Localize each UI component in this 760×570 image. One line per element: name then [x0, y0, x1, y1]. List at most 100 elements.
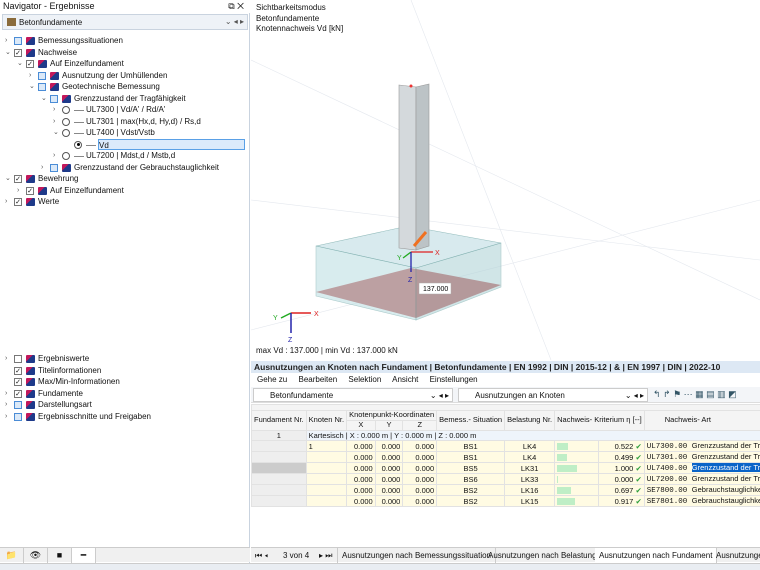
radio-button[interactable] — [74, 140, 82, 149]
tab-results-icon[interactable]: ━ — [72, 548, 96, 563]
col-z[interactable]: Z — [402, 420, 438, 431]
float-icon[interactable]: ⧉ — [228, 1, 234, 11]
tree-item[interactable]: Vd — [0, 138, 250, 151]
cell-lk[interactable]: LK4 — [504, 451, 556, 463]
chevron-down-icon[interactable]: ⌄ — [29, 81, 35, 93]
cell-eta[interactable]: 0.917 ✔ — [598, 495, 645, 507]
tab-belastung[interactable]: Ausnutzungen nach Belastung — [484, 548, 602, 563]
cell-art[interactable]: SE7800.00 Gebrauchstauglichkeit | GZG | … — [643, 484, 760, 496]
cell-z[interactable]: 0.000 — [402, 451, 438, 463]
tab-more[interactable]: Ausnutzunge — [712, 548, 760, 563]
tree-item[interactable]: ⌄ UL7400 | Vdst/Vstb — [0, 127, 250, 139]
cell-lk[interactable]: LK16 — [504, 484, 556, 496]
col-knoten[interactable]: Knoten Nr. — [305, 410, 348, 431]
cell-lk[interactable]: LK33 — [504, 473, 556, 485]
chevron-down-icon[interactable]: ⌄ — [5, 47, 11, 59]
chevron-right-icon[interactable]: › — [17, 185, 19, 197]
cell-z[interactable]: 0.000 — [402, 440, 438, 452]
checkbox[interactable] — [50, 94, 58, 103]
checkbox[interactable]: ✓ — [14, 48, 22, 57]
chevron-right-icon[interactable]: › — [5, 196, 7, 208]
checkbox[interactable]: ✓ — [26, 186, 34, 195]
cell-lk[interactable]: LK31 — [504, 462, 556, 474]
tree-item[interactable]: › Ergebniswerte — [0, 353, 250, 365]
checkbox[interactable] — [38, 83, 46, 91]
table-row[interactable]: 1 0.000 0.000 0.000 BS1 LK4 0.522 ✔ UL7300.00 G… — [251, 440, 760, 452]
tab-camera-icon[interactable]: ■ — [48, 548, 72, 563]
chevron-right-icon[interactable]: › — [53, 116, 55, 128]
tree-item[interactable]: › ✓ Auf Einzelfundament — [0, 185, 250, 197]
object-combo[interactable]: Betonfundamente ⌄ ◂ ▸ — [253, 388, 453, 402]
tree-item[interactable]: ⌄ Grenzzustand der Tragfähigkeit — [0, 93, 250, 105]
cell-bs[interactable]: BS6 — [436, 473, 506, 485]
tree-item[interactable]: ⌄ ✓ Nachweise — [0, 47, 250, 59]
tab-view-icon[interactable]: 👁 — [24, 548, 48, 563]
table-row[interactable]: 0.000 0.000 0.000 BS2 LK16 0.697 ✔ SE7800.00 G… — [251, 484, 760, 496]
cell-art[interactable]: UL7301.00 Grenzzustand der Tragfähigkeit… — [643, 451, 760, 463]
result-type-combo[interactable]: Ausnutzungen an Knoten ⌄ ◂ ▸ — [458, 388, 648, 402]
col-lk[interactable]: Belastung Nr. — [504, 410, 556, 431]
table-row[interactable]: 0.000 0.000 0.000 BS5 LK31 1.000 ✔ UL7400.00 G… — [251, 462, 760, 474]
col-krit[interactable]: Nachweis- Kriterium η [--] — [554, 410, 645, 431]
cell-knoten[interactable] — [305, 484, 348, 496]
menu-gehe-zu[interactable]: Gehe zu — [257, 375, 287, 384]
col-x[interactable]: X — [346, 420, 376, 431]
col-fundament[interactable]: Fundament Nr. — [251, 410, 307, 431]
checkbox[interactable] — [14, 401, 22, 409]
cell-y[interactable]: 0.000 — [374, 440, 404, 452]
chevron-right-icon[interactable]: › — [29, 70, 31, 82]
cell-y[interactable]: 0.000 — [374, 451, 404, 463]
cell-knoten[interactable] — [305, 473, 348, 485]
col-y[interactable]: Y — [374, 420, 404, 431]
tree-item[interactable]: › UL7300 | Vd/A' / Rd/A' — [0, 104, 250, 116]
cell-eta[interactable]: 0.697 ✔ — [598, 484, 645, 496]
tree-item[interactable]: › UL7301 | max(Hx,d, Hy,d) / Rs,d — [0, 116, 250, 128]
tree-item[interactable]: › UL7200 | Mdst,d / Mstb,d — [0, 150, 250, 162]
cell-lk[interactable]: LK4 — [504, 440, 556, 452]
tree-item[interactable]: ⌄ ✓ Auf Einzelfundament — [0, 58, 250, 70]
radio-button[interactable] — [62, 106, 70, 114]
tree-item[interactable]: › Darstellungsart — [0, 399, 250, 411]
tree-item[interactable]: ⌄ Geotechnische Bemessung — [0, 81, 250, 93]
cell-x[interactable]: 0.000 — [346, 484, 376, 496]
cell-eta[interactable]: 1.000 ✔ — [598, 462, 645, 474]
tree-item[interactable]: › ✓ Werte — [0, 196, 250, 208]
chevron-down-icon[interactable]: ⌄ — [17, 58, 23, 70]
radio-button[interactable] — [62, 117, 70, 126]
chevron-right-icon[interactable]: › — [5, 411, 7, 423]
col-coord[interactable]: Knotenpunkt-Koordinaten — [346, 410, 438, 421]
cell-z[interactable]: 0.000 — [402, 473, 438, 485]
cell-bs[interactable]: BS2 — [436, 495, 506, 507]
col-bs[interactable]: Bemess.- Situation — [436, 410, 506, 431]
chevron-right-icon[interactable]: › — [41, 162, 43, 174]
close-icon[interactable]: ✕ — [237, 1, 244, 11]
chevron-right-icon[interactable]: › — [5, 399, 7, 411]
cell-knoten[interactable] — [305, 495, 348, 507]
menu-ansicht[interactable]: Ansicht — [392, 375, 418, 384]
cell-y[interactable]: 0.000 — [374, 495, 404, 507]
tree-item[interactable]: › Grenzzustand der Gebrauchstauglichkeit — [0, 162, 250, 174]
toolbar-icons[interactable]: ↰ ↱ ⚑ ⋯ ▦ ▤ ▥ ◩ — [653, 389, 737, 400]
cell-art[interactable]: UL7300.00 Grenzzustand der Tragfähigkeit… — [643, 440, 760, 452]
cell-y[interactable]: 0.000 — [374, 473, 404, 485]
tab-bemessungssituation[interactable]: Ausnutzungen nach Bemessungssituation — [337, 548, 496, 563]
chevron-down-icon[interactable]: ⌄ — [5, 173, 11, 185]
radio-button[interactable] — [62, 152, 70, 160]
cell-eta[interactable]: 0.000 ✔ — [598, 473, 645, 485]
chevron-right-icon[interactable]: › — [5, 353, 7, 365]
cell-eta[interactable]: 0.522 ✔ — [598, 440, 645, 452]
chevron-right-icon[interactable]: › — [53, 150, 55, 162]
cell-z[interactable]: 0.000 — [402, 495, 438, 507]
checkbox[interactable]: ✓ — [14, 198, 22, 206]
pager-next-last[interactable]: ▸ ⏭ — [319, 551, 332, 561]
checkbox[interactable] — [14, 37, 22, 45]
radio-button[interactable] — [62, 129, 70, 137]
checkbox[interactable] — [14, 355, 22, 363]
checkbox[interactable] — [38, 71, 46, 80]
cell-bs[interactable]: BS1 — [436, 440, 506, 452]
cell-lk[interactable]: LK15 — [504, 495, 556, 507]
cell-bs[interactable]: BS2 — [436, 484, 506, 496]
tree-item[interactable]: › Bemessungssituationen — [0, 35, 250, 47]
cell-x[interactable]: 0.000 — [346, 473, 376, 485]
cell-eta[interactable]: 0.499 ✔ — [598, 451, 645, 463]
